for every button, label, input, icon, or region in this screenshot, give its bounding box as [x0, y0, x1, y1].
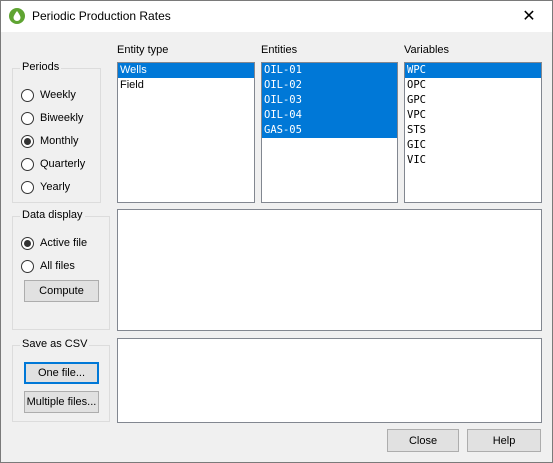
radio-label-all-files: All files: [40, 260, 75, 272]
radio-yearly[interactable]: Yearly: [21, 179, 70, 195]
droplet-icon: [9, 8, 25, 24]
list-item[interactable]: GAS-05: [262, 123, 397, 138]
periods-label: Periods: [20, 61, 62, 73]
radio-label-biweekly: Biweekly: [40, 112, 84, 124]
one-file-button[interactable]: One file...: [24, 362, 99, 384]
radio-weekly[interactable]: Weekly: [21, 87, 76, 103]
radio-button-yearly[interactable]: [21, 180, 34, 194]
data-display-group: Data display Active file All files Compu…: [12, 209, 110, 330]
radio-label-active-file: Active file: [40, 237, 88, 249]
radio-button-weekly[interactable]: [21, 88, 34, 102]
radio-button-all-files[interactable]: [21, 259, 34, 273]
save-csv-label: Save as CSV: [20, 338, 90, 350]
list-item[interactable]: Wells: [118, 63, 254, 78]
list-item[interactable]: Field: [118, 78, 254, 93]
close-icon[interactable]: ✕: [506, 1, 552, 32]
list-item[interactable]: GPC: [405, 93, 541, 108]
entity-type-list[interactable]: Wells Field: [117, 62, 255, 203]
list-item[interactable]: VIC: [405, 153, 541, 168]
radio-button-quarterly[interactable]: [21, 157, 34, 171]
close-button[interactable]: Close: [387, 429, 459, 452]
radio-button-monthly[interactable]: [21, 134, 34, 148]
radio-quarterly[interactable]: Quarterly: [21, 156, 85, 172]
radio-biweekly[interactable]: Biweekly: [21, 110, 83, 126]
list-item[interactable]: VPC: [405, 108, 541, 123]
variables-label: Variables: [404, 44, 450, 56]
radio-label-yearly: Yearly: [40, 181, 71, 193]
list-item[interactable]: OIL-04: [262, 108, 397, 123]
radio-label-weekly: Weekly: [40, 89, 76, 101]
data-display-panel: [117, 209, 542, 331]
list-item[interactable]: OIL-02: [262, 78, 397, 93]
entities-list[interactable]: OIL-01 OIL-02 OIL-03 OIL-04 GAS-05: [261, 62, 398, 203]
radio-button-biweekly[interactable]: [21, 111, 34, 125]
window-title: Periodic Production Rates: [32, 9, 171, 23]
radio-label-quarterly: Quarterly: [40, 158, 86, 170]
radio-active-file[interactable]: Active file: [21, 235, 87, 251]
list-item[interactable]: OPC: [405, 78, 541, 93]
dialog-window: Periodic Production Rates ✕ Periods Week…: [0, 0, 553, 463]
radio-button-active-file[interactable]: [21, 236, 34, 250]
data-display-label: Data display: [20, 209, 85, 221]
radio-all-files[interactable]: All files: [21, 258, 75, 274]
save-csv-group: Save as CSV One file... Multiple files..…: [12, 338, 110, 422]
radio-label-monthly: Monthly: [40, 135, 79, 147]
list-item[interactable]: OIL-03: [262, 93, 397, 108]
periods-group: Periods Weekly Biweekly Monthly Quarterl…: [12, 61, 101, 203]
compute-button[interactable]: Compute: [24, 280, 99, 302]
title-bar[interactable]: Periodic Production Rates ✕: [1, 1, 552, 32]
list-item[interactable]: OIL-01: [262, 63, 397, 78]
csv-preview-panel: [117, 338, 542, 423]
variables-list[interactable]: WPC OPC GPC VPC STS GIC VIC: [404, 62, 542, 203]
list-item[interactable]: WPC: [405, 63, 541, 78]
radio-monthly[interactable]: Monthly: [21, 133, 79, 149]
entity-type-label: Entity type: [117, 44, 169, 56]
list-item[interactable]: GIC: [405, 138, 541, 153]
list-item[interactable]: STS: [405, 123, 541, 138]
multiple-files-button[interactable]: Multiple files...: [24, 391, 99, 413]
help-button[interactable]: Help: [467, 429, 541, 452]
entities-label: Entities: [261, 44, 298, 56]
